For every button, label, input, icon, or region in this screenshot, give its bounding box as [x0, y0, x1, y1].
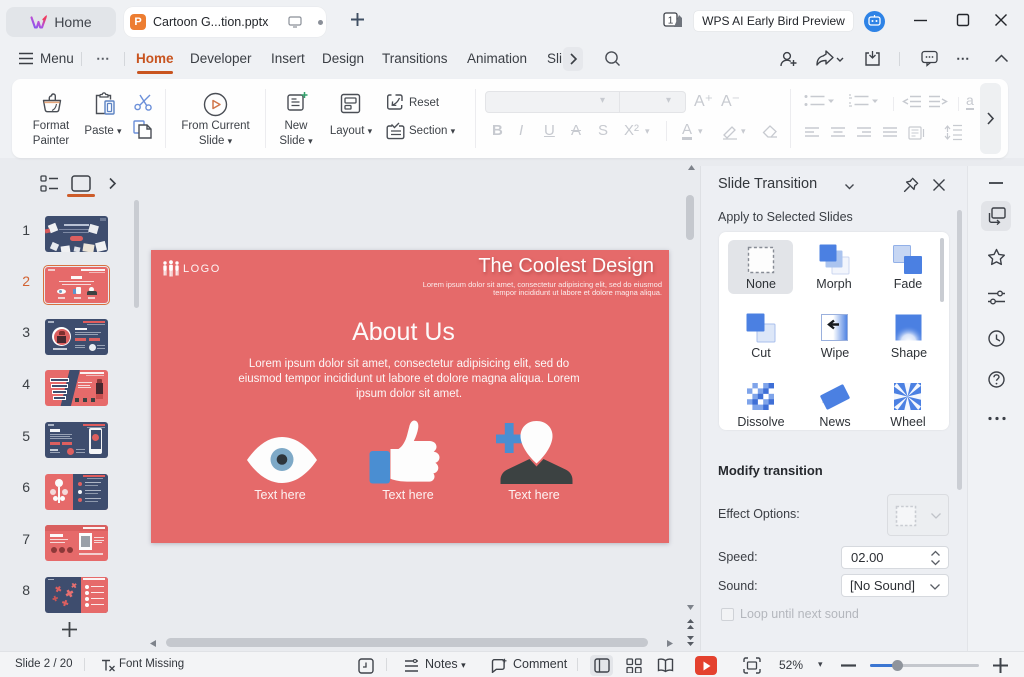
svg-text:1: 1: [668, 16, 674, 27]
